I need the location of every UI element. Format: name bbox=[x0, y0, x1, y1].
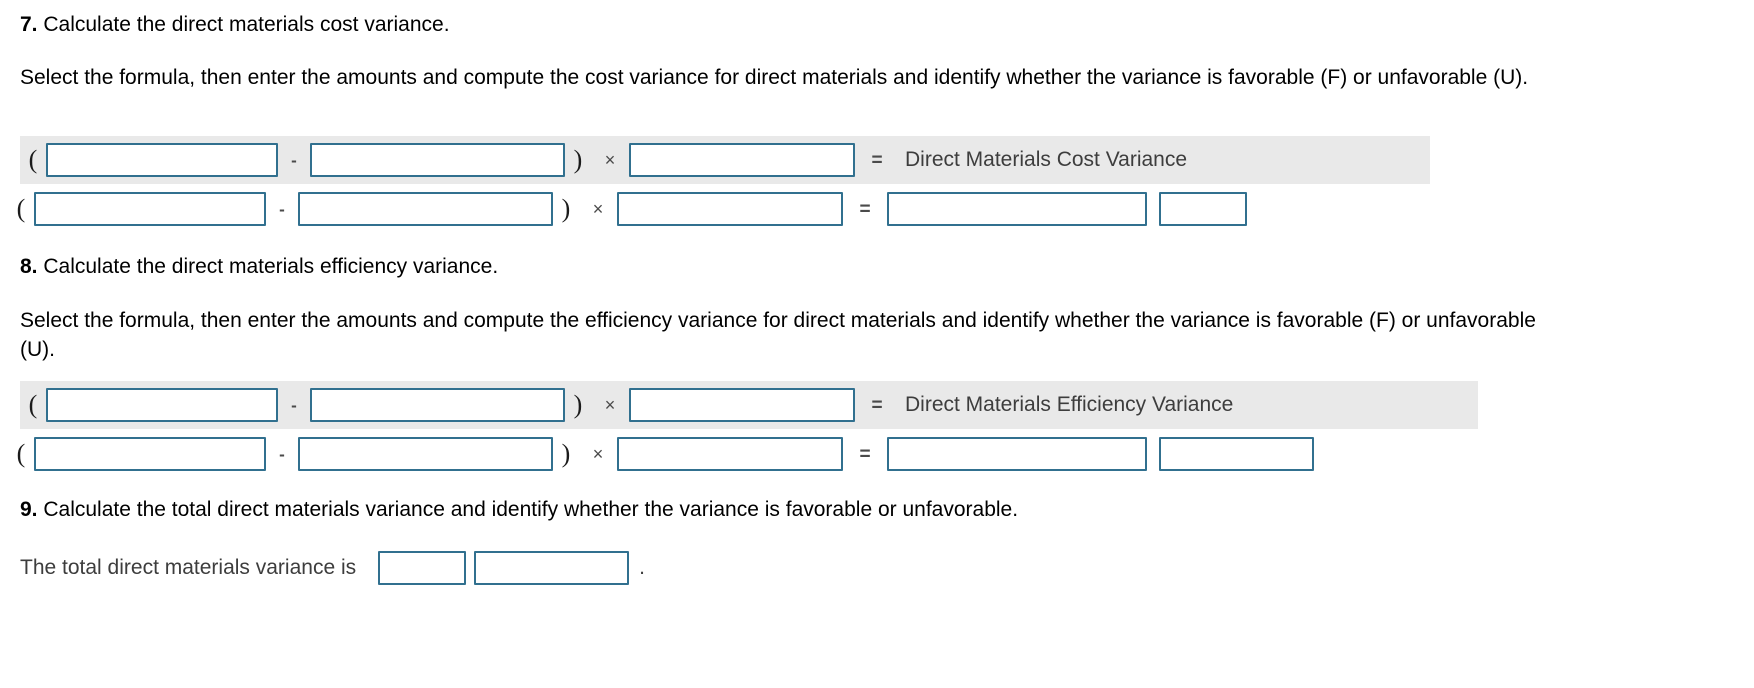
total-variance-favorable-unfavorable-field[interactable] bbox=[474, 551, 630, 585]
paren-close: ) bbox=[561, 194, 571, 223]
question-7-instruction: Select the formula, then enter the amoun… bbox=[20, 66, 1529, 89]
question-9-answer-line: The total direct materials variance is . bbox=[20, 551, 645, 585]
question-7-amount-row: ( - ) × = bbox=[8, 185, 1438, 233]
question-8-heading-text: Calculate the direct materials efficienc… bbox=[43, 255, 499, 278]
question-7-heading: 7. Calculate the direct materials cost v… bbox=[20, 12, 450, 38]
paren-close: ) bbox=[573, 390, 583, 419]
question-9-heading-text: Calculate the total direct materials var… bbox=[43, 498, 1019, 521]
question-7-number: 7. bbox=[20, 13, 38, 36]
q7-amount-field-1[interactable] bbox=[34, 192, 266, 226]
minus-operator: - bbox=[291, 395, 297, 415]
q8-amount-field-2[interactable] bbox=[298, 437, 553, 471]
q8-formula-field-1[interactable] bbox=[46, 388, 278, 422]
times-operator: × bbox=[604, 395, 616, 415]
question-8-instruction: Select the formula, then enter the amoun… bbox=[20, 309, 1536, 361]
question-8-amount-row: ( - ) × = bbox=[8, 430, 1448, 478]
times-operator: × bbox=[592, 199, 604, 219]
q7-amount-field-2[interactable] bbox=[298, 192, 553, 226]
equals-operator: = bbox=[859, 198, 871, 220]
q8-formula-field-2[interactable] bbox=[310, 388, 565, 422]
paren-open: ( bbox=[28, 390, 38, 419]
paren-close: ) bbox=[573, 145, 583, 174]
equals-operator: = bbox=[871, 149, 883, 171]
q7-formula-field-3[interactable] bbox=[629, 143, 855, 177]
q7-result-label: Direct Materials Cost Variance bbox=[905, 148, 1188, 171]
paren-open: ( bbox=[16, 194, 26, 223]
q8-amount-field-1[interactable] bbox=[34, 437, 266, 471]
q7-formula-field-1[interactable] bbox=[46, 143, 278, 177]
question-8-heading: 8. Calculate the direct materials effici… bbox=[20, 254, 498, 280]
question-7-heading-text: Calculate the direct materials cost vari… bbox=[43, 13, 450, 36]
total-variance-lead-text: The total direct materials variance is bbox=[20, 556, 357, 579]
times-operator: × bbox=[604, 150, 616, 170]
minus-operator: - bbox=[291, 150, 297, 170]
worksheet-page: 7. Calculate the direct materials cost v… bbox=[0, 0, 1754, 688]
q7-variance-result-field[interactable] bbox=[887, 192, 1147, 226]
q8-formula-field-3[interactable] bbox=[629, 388, 855, 422]
q8-variance-result-field[interactable] bbox=[887, 437, 1147, 471]
question-7-formula-row: ( - ) × = Direct Materials Cost Variance bbox=[20, 136, 1430, 184]
minus-operator: - bbox=[279, 444, 285, 464]
q7-favorable-unfavorable-field[interactable] bbox=[1159, 192, 1247, 226]
total-variance-amount-field[interactable] bbox=[378, 551, 467, 585]
equals-operator: = bbox=[859, 443, 871, 465]
minus-operator: - bbox=[279, 199, 285, 219]
q7-formula-field-2[interactable] bbox=[310, 143, 565, 177]
paren-open: ( bbox=[16, 439, 26, 468]
q7-amount-field-3[interactable] bbox=[617, 192, 843, 226]
q8-favorable-unfavorable-field[interactable] bbox=[1159, 437, 1314, 471]
q8-amount-field-3[interactable] bbox=[617, 437, 843, 471]
question-8-number: 8. bbox=[20, 255, 38, 278]
q8-result-label: Direct Materials Efficiency Variance bbox=[905, 393, 1234, 416]
times-operator: × bbox=[592, 444, 604, 464]
equals-operator: = bbox=[871, 394, 883, 416]
question-8-formula-row: ( - ) × = Direct Materials Efficiency Va… bbox=[20, 381, 1478, 429]
question-9-heading: 9. Calculate the total direct materials … bbox=[20, 497, 1018, 523]
paren-close: ) bbox=[561, 439, 571, 468]
sentence-period: . bbox=[639, 556, 645, 579]
question-9-number: 9. bbox=[20, 498, 38, 521]
paren-open: ( bbox=[28, 145, 38, 174]
